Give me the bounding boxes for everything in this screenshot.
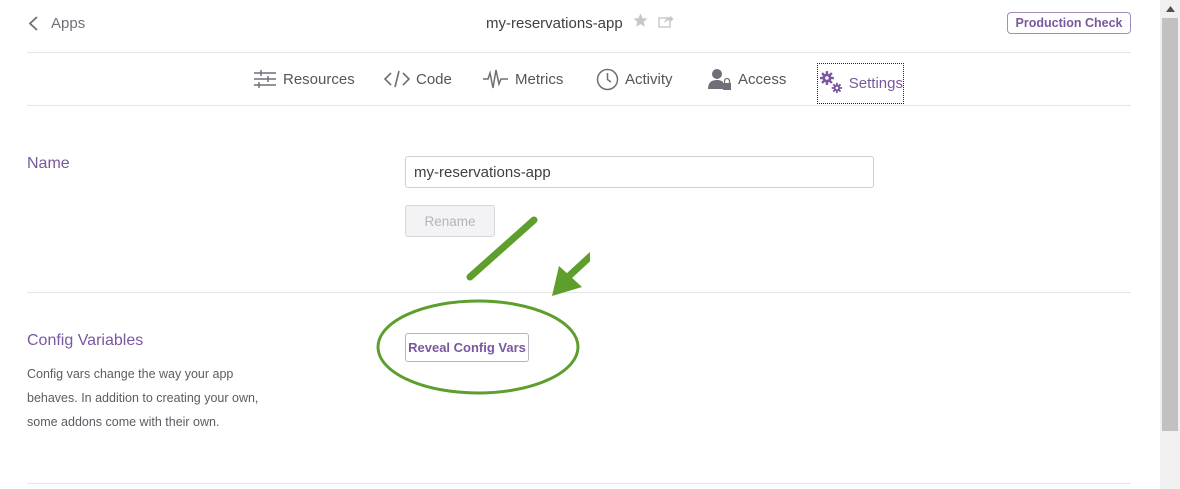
config-vars-section-label: Config Variables: [27, 332, 144, 349]
annotation-arrow-icon: [466, 216, 590, 296]
annotation-arrow-circle: [376, 216, 590, 395]
tab-settings[interactable]: Settings: [817, 63, 904, 104]
config-vars-description: Config vars change the way your app beha…: [27, 367, 259, 429]
metrics-pulse-icon: [483, 69, 508, 89]
app-title: my-reservations-app: [486, 14, 623, 32]
vertical-scrollbar[interactable]: [1160, 0, 1180, 489]
chevron-left-icon: [28, 16, 38, 31]
production-check-button[interactable]: Production Check: [1007, 12, 1131, 34]
tab-label: Metrics: [515, 70, 564, 88]
tab-label: Activity: [625, 70, 673, 88]
name-section-label: Name: [27, 155, 70, 172]
app-title-group: my-reservations-app: [486, 12, 674, 34]
scrollbar-thumb[interactable]: [1162, 18, 1178, 431]
section-divider-bottom: [27, 483, 1131, 484]
app-nav-tabs: Resources Code Metrics Activity Access S…: [27, 53, 1131, 106]
tab-access[interactable]: Access: [708, 66, 786, 92]
app-header: Apps my-reservations-app Production Chec…: [27, 0, 1131, 53]
back-to-apps-link[interactable]: Apps: [27, 12, 85, 34]
resources-sliders-icon: [254, 70, 276, 88]
settings-page: Apps my-reservations-app Production Chec…: [0, 0, 1160, 489]
tab-activity[interactable]: Activity: [596, 66, 673, 92]
user-lock-icon: [708, 69, 731, 90]
tab-resources[interactable]: Resources: [253, 66, 355, 92]
gears-icon: [819, 70, 843, 93]
star-icon[interactable]: [632, 12, 649, 34]
clock-icon: [596, 68, 619, 90]
tab-metrics[interactable]: Metrics: [482, 66, 563, 92]
tab-label: Resources: [283, 70, 355, 88]
share-icon[interactable]: [658, 14, 674, 33]
annotation-ellipse: [376, 299, 580, 395]
tab-label: Settings: [848, 75, 903, 92]
app-name-input[interactable]: [405, 156, 874, 188]
tab-label: Access: [738, 70, 787, 88]
tab-code[interactable]: Code: [384, 66, 452, 92]
tab-label: Code: [416, 70, 452, 88]
back-label: Apps: [51, 14, 86, 32]
code-icon: [384, 70, 410, 88]
scroll-up-arrow-icon[interactable]: [1160, 0, 1180, 18]
